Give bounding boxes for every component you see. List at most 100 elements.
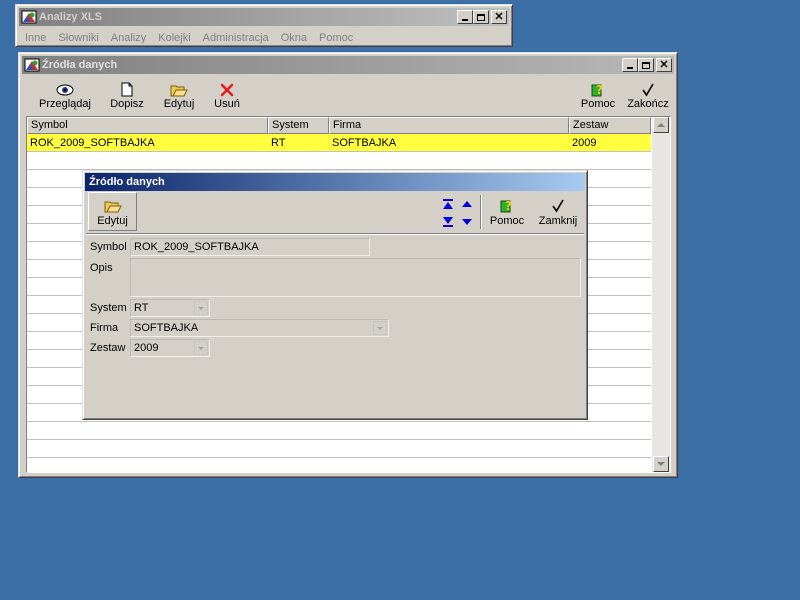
minimize-icon — [627, 67, 633, 69]
nav-last-button[interactable] — [441, 216, 455, 228]
checkmark-icon — [552, 199, 564, 213]
app-icon — [21, 10, 37, 24]
add-label: Dopisz — [110, 98, 144, 110]
close-button[interactable]: ✕ — [491, 10, 507, 24]
company-dropdown-button[interactable] — [373, 321, 387, 335]
set-dropdown-button[interactable] — [194, 341, 208, 355]
menu-administracja[interactable]: Administracja — [197, 32, 275, 44]
dialog-title: Źródło danych — [89, 176, 165, 188]
menu-kolejki[interactable]: Kolejki — [152, 32, 196, 44]
edit-label: Edytuj — [163, 98, 195, 110]
cell-zestaw: 2009 — [572, 137, 597, 149]
minimize-button[interactable] — [457, 10, 473, 24]
close-button[interactable]: ✕ — [656, 58, 672, 72]
chevron-down-icon — [198, 346, 204, 350]
preview-button[interactable]: Przeglądaj — [39, 79, 91, 110]
column-header-system[interactable]: System — [268, 117, 329, 134]
arrow-down-icon — [462, 219, 472, 225]
add-button[interactable]: Dopisz — [107, 79, 147, 110]
system-value: RT — [134, 302, 149, 314]
main-titlebar[interactable]: Analizy XLS ✕ — [19, 8, 509, 26]
nav-next-button[interactable] — [460, 216, 474, 228]
main-window-title: Analizy XLS — [39, 11, 102, 23]
svg-text:?: ? — [505, 199, 512, 213]
arrow-up-icon — [462, 201, 472, 207]
dialog-help-button[interactable]: ? Pomoc — [487, 195, 527, 227]
nav-first-button[interactable] — [441, 198, 455, 210]
symbol-field[interactable]: ROK_2009_SOFTBAJKA — [130, 238, 370, 256]
chevron-down-icon — [377, 326, 383, 330]
minimize-button[interactable] — [622, 58, 638, 72]
app-icon — [24, 58, 40, 72]
arrow-down-icon — [657, 462, 665, 466]
finish-button[interactable]: Zakończ — [625, 79, 671, 110]
finish-label: Zakończ — [627, 98, 669, 110]
company-select[interactable]: SOFTBAJKA — [130, 319, 389, 337]
eye-icon — [56, 84, 74, 96]
scroll-down-button[interactable] — [653, 456, 669, 472]
maximize-icon — [477, 13, 485, 21]
description-label: Opis — [90, 262, 113, 274]
table-row[interactable]: ROK_2009_SOFTBAJKA RT SOFTBAJKA 2009 — [27, 134, 651, 152]
folder-open-icon — [170, 85, 188, 97]
menu-analizy[interactable]: Analizy — [105, 32, 152, 44]
arrow-first-icon — [443, 199, 453, 209]
column-header-zestaw[interactable]: Zestaw — [569, 117, 651, 134]
menu-inne[interactable]: Inne — [19, 32, 52, 44]
chevron-down-icon — [198, 306, 204, 310]
table-row-empty — [27, 152, 651, 170]
preview-label: Przeglądaj — [39, 98, 91, 110]
dialog-close-button[interactable]: Zamknij — [535, 195, 581, 227]
table-row-empty — [27, 422, 651, 440]
set-select[interactable]: 2009 — [130, 339, 210, 357]
delete-icon — [220, 83, 234, 97]
delete-button[interactable]: Usuń — [209, 79, 245, 110]
symbol-label: Symbol — [90, 241, 127, 253]
help-button[interactable]: ? Pomoc — [578, 79, 618, 110]
system-select[interactable]: RT — [130, 299, 210, 317]
table-row-empty — [27, 440, 651, 458]
system-dropdown-button[interactable] — [194, 301, 208, 315]
dialog-edit-label: Edytuj — [97, 215, 128, 227]
delete-label: Usuń — [214, 98, 240, 110]
set-value: 2009 — [134, 342, 159, 354]
main-window: Analizy XLS ✕ Inne Słowniki Analizy Kole… — [15, 4, 513, 47]
description-field[interactable] — [130, 258, 581, 297]
help-label: Pomoc — [580, 98, 616, 110]
help-icon: ? — [500, 199, 512, 213]
edit-button[interactable]: Edytuj — [159, 79, 199, 110]
maximize-button[interactable] — [638, 58, 654, 72]
column-header-symbol[interactable]: Symbol — [27, 117, 268, 134]
company-value: SOFTBAJKA — [134, 322, 199, 334]
arrow-last-icon — [443, 217, 453, 227]
dialog-edit-button[interactable]: Edytuj — [88, 192, 137, 231]
minimize-icon — [462, 19, 468, 21]
nav-prev-button[interactable] — [460, 198, 474, 210]
source-dialog: Źródło danych Edytuj ? Pomoc Zamknij Sym… — [82, 170, 588, 420]
column-header-firma[interactable]: Firma — [329, 117, 569, 134]
close-icon: ✕ — [659, 58, 669, 71]
help-icon: ? — [591, 83, 603, 97]
dialog-close-label: Zamknij — [538, 215, 578, 227]
set-label: Zestaw — [90, 342, 126, 354]
maximize-icon — [642, 61, 650, 69]
checkmark-icon — [642, 83, 654, 97]
menu-bar: Inne Słowniki Analizy Kolejki Administra… — [19, 28, 509, 48]
cell-system: RT — [271, 137, 286, 149]
cell-symbol: ROK_2009_SOFTBAJKA — [30, 137, 155, 149]
scroll-up-button[interactable] — [653, 117, 669, 133]
menu-slowniki[interactable]: Słowniki — [52, 32, 104, 44]
system-label: System — [90, 302, 127, 314]
company-label: Firma — [90, 322, 119, 334]
vertical-scrollbar[interactable] — [652, 117, 670, 472]
new-document-icon — [121, 82, 133, 97]
menu-okna[interactable]: Okna — [275, 32, 313, 44]
sources-window-title: Źródła danych — [42, 59, 118, 71]
maximize-button[interactable] — [473, 10, 489, 24]
dialog-titlebar[interactable]: Źródło danych — [85, 173, 585, 191]
toolbar-divider — [86, 233, 584, 235]
toolbar-separator — [480, 195, 482, 229]
sources-titlebar[interactable]: Źródła danych ✕ — [22, 56, 674, 74]
menu-pomoc[interactable]: Pomoc — [313, 32, 359, 44]
svg-text:?: ? — [596, 83, 603, 97]
